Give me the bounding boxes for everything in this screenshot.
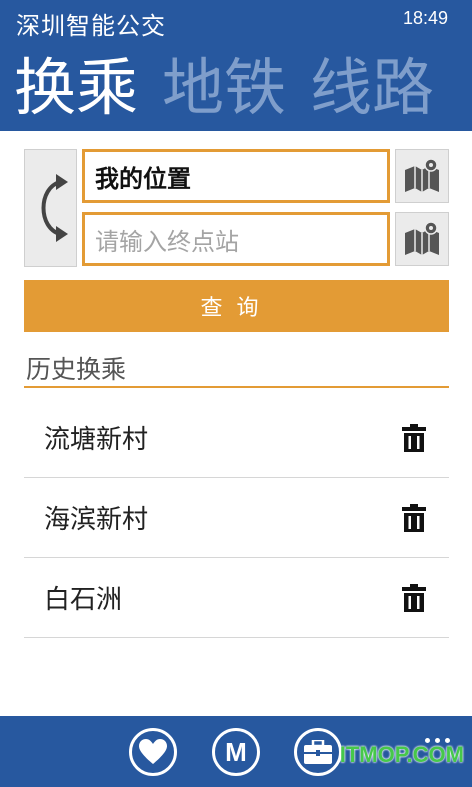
header: 深圳智能公交 18:49 换乘 地铁 线路	[0, 0, 472, 131]
history-list: 流塘新村 海滨新村 白石洲	[24, 398, 449, 638]
pivot-tabs: 换乘 地铁 线路	[14, 48, 458, 128]
map-pin-icon	[405, 158, 439, 192]
history-item[interactable]: 白石洲	[24, 558, 449, 638]
app-title: 深圳智能公交	[16, 12, 166, 40]
end-placeholder: 请输入终点站	[95, 227, 239, 256]
swap-arrow-icon	[41, 174, 68, 242]
history-item-name: 海滨新村	[44, 505, 149, 535]
watermark: ITMOP.COM	[339, 742, 464, 767]
heart-icon	[139, 739, 167, 764]
history-item[interactable]: 海滨新村	[24, 478, 449, 558]
history-item-name: 流塘新村	[44, 425, 149, 455]
end-map-button[interactable]	[395, 212, 449, 266]
start-value: 我的位置	[95, 164, 191, 193]
status-time: 18:49	[402, 8, 448, 28]
start-field[interactable]: 我的位置	[82, 149, 390, 203]
metro-icon: M	[225, 736, 247, 767]
start-map-button[interactable]	[395, 149, 449, 203]
delete-icon[interactable]	[401, 583, 427, 612]
tab-metro[interactable]: 地铁	[162, 48, 286, 128]
history-item-name: 白石洲	[44, 585, 123, 615]
toolbox-button[interactable]	[294, 728, 342, 776]
delete-icon[interactable]	[401, 423, 427, 452]
tab-transfer[interactable]: 换乘	[14, 48, 138, 128]
favorites-button[interactable]	[129, 728, 177, 776]
map-pin-icon	[405, 221, 439, 255]
query-button[interactable]: 查询	[24, 280, 449, 332]
metro-button[interactable]: M	[212, 728, 260, 776]
end-field[interactable]: 请输入终点站	[82, 212, 390, 266]
delete-icon[interactable]	[401, 503, 427, 532]
history-item[interactable]: 流塘新村	[24, 398, 449, 478]
swap-button[interactable]	[24, 149, 77, 267]
history-title: 历史换乘	[24, 350, 449, 388]
briefcase-icon	[304, 740, 332, 764]
tab-routes[interactable]: 线路	[310, 48, 434, 128]
